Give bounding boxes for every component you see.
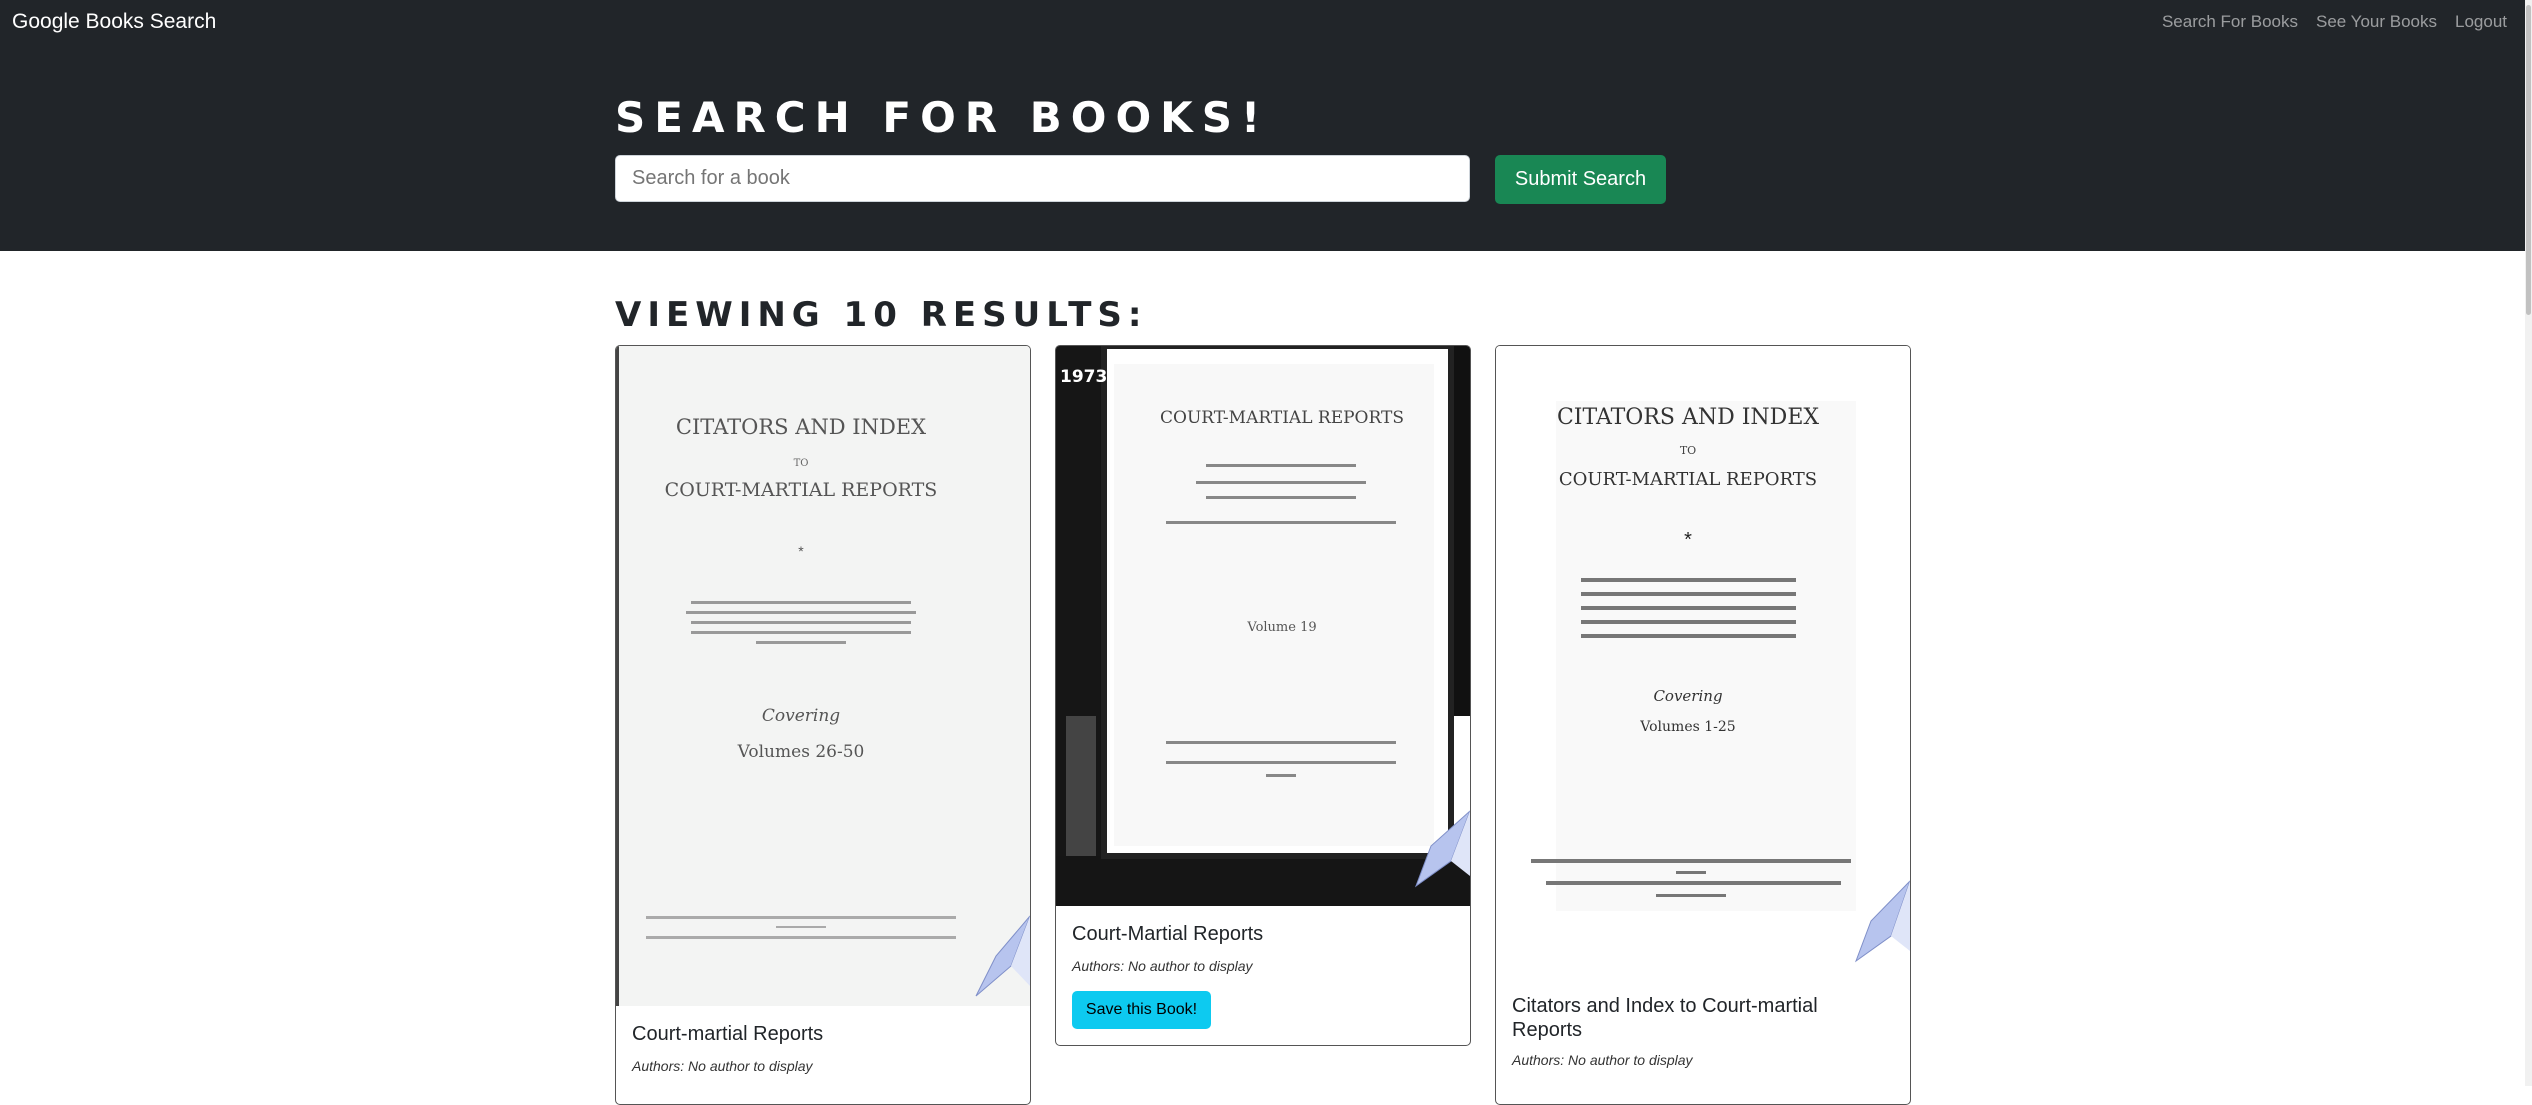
svg-text:*: *: [798, 543, 804, 559]
nav-links: Search For Books See Your Books Logout: [2162, 12, 2507, 32]
book-title: Court-martial Reports: [632, 1023, 824, 1045]
cover-text: TO: [1680, 444, 1696, 457]
cover-text: Volumes 26-50: [737, 742, 865, 762]
svg-text:*: *: [1684, 529, 1692, 551]
book-authors: Authors: No author to display: [1512, 1052, 1693, 1068]
book-title: Court-Martial Reports: [1072, 923, 1264, 945]
book-authors: Authors: No author to display: [1072, 958, 1253, 974]
book-card: CITATORS AND INDEX TO COURT-MARTIAL REPO…: [1495, 345, 1911, 1105]
book-card: CITATORS AND INDEX TO COURT-MARTIAL REPO…: [615, 345, 1031, 1105]
search-hero: SEARCH FOR BOOKS! Submit Search: [0, 45, 2525, 251]
book-title: Citators and Index to Court-martial Repo…: [1512, 995, 1818, 1041]
cover-text: Volume 19: [1246, 620, 1316, 635]
cover-text: Covering: [762, 706, 840, 726]
scrollbar-thumb[interactable]: [2526, 5, 2531, 315]
results-title: VIEWING 10 RESULTS:: [615, 295, 1148, 335]
cover-text: COURT-MARTIAL REPORTS: [1559, 469, 1817, 490]
book-authors: Authors: No author to display: [632, 1058, 813, 1074]
cover-text: COURT-MARTIAL REPORTS: [1160, 408, 1404, 428]
cover-text: Volumes 1-25: [1639, 719, 1735, 735]
cover-text: CITATORS AND INDEX: [676, 415, 926, 439]
page-title: SEARCH FOR BOOKS!: [615, 93, 1270, 142]
search-input[interactable]: [615, 155, 1470, 202]
book-cover-image: 1973 COURT-MARTIAL REPORTS Volume 19: [1056, 346, 1470, 906]
cover-text: 1973: [1060, 367, 1107, 387]
book-cover-image: CITATORS AND INDEX TO COURT-MARTIAL REPO…: [616, 346, 1030, 1006]
submit-search-button[interactable]: Submit Search: [1495, 155, 1666, 204]
cover-text: CITATORS AND INDEX: [1557, 405, 1819, 430]
save-book-button[interactable]: Save this Book!: [1072, 991, 1211, 1029]
book-cover-image: CITATORS AND INDEX TO COURT-MARTIAL REPO…: [1496, 346, 1910, 976]
nav-search-books[interactable]: Search For Books: [2162, 12, 2298, 32]
nav-logout[interactable]: Logout: [2455, 12, 2507, 32]
cover-text: Covering: [1653, 687, 1722, 705]
cover-text: TO: [794, 458, 809, 469]
navbar: Google Books Search Search For Books See…: [0, 0, 2525, 45]
page-scrollbar[interactable]: [2525, 0, 2532, 1086]
brand-link[interactable]: Google Books Search: [12, 10, 216, 34]
cover-text: COURT-MARTIAL REPORTS: [665, 479, 938, 501]
book-card: 1973 COURT-MARTIAL REPORTS Volume 19 Cou…: [1055, 345, 1471, 1046]
nav-see-your-books[interactable]: See Your Books: [2316, 12, 2437, 32]
